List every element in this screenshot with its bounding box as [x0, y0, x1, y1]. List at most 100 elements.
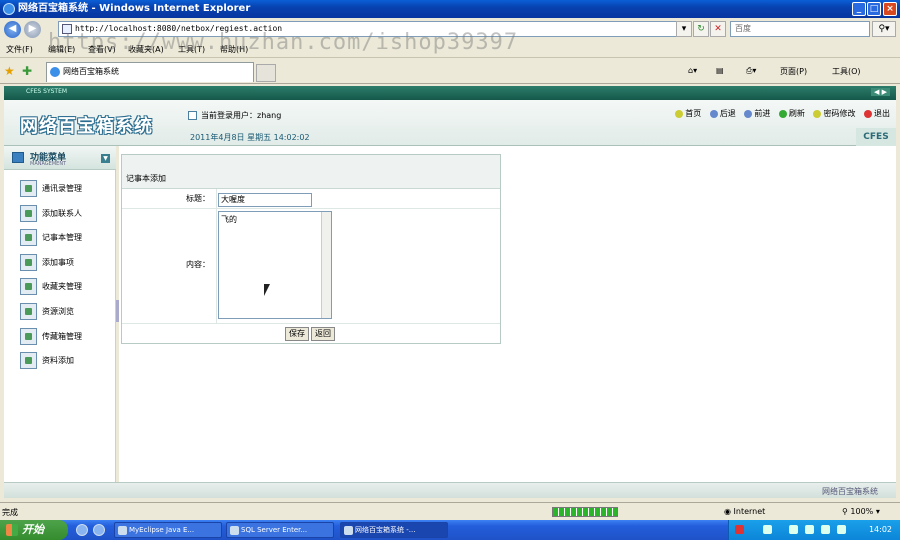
sidebar-item-contacts[interactable]: 通讯录管理 [20, 180, 116, 198]
menu-file[interactable]: 文件(F) [6, 44, 33, 55]
task-myeclipse[interactable]: MyEclipse Java E... [114, 522, 222, 538]
search-icon[interactable]: ⚲▾ [872, 21, 896, 37]
forward-arrow-icon[interactable]: ▶ [24, 21, 41, 38]
sidebar-item-label: 资源浏览 [42, 307, 74, 316]
watermark-text: https://www.huzhan.com/ishop39397 [48, 30, 519, 55]
tray-ime-icon[interactable] [837, 525, 846, 534]
print-icon[interactable]: ⎙▾ [746, 66, 756, 76]
menu-item-icon [20, 352, 37, 369]
title-input[interactable]: 大喔度 [218, 193, 312, 207]
quicklaunch-desktop-icon[interactable] [76, 524, 88, 536]
change-password-link[interactable]: 密码修改 [813, 109, 855, 118]
sidebar-item-storage[interactable]: 传藏箱管理 [20, 328, 116, 346]
user-doc-icon [188, 111, 197, 120]
password-link-icon [813, 109, 822, 118]
task-ie[interactable]: 网络百宝箱系统 -... [340, 522, 448, 538]
new-tab-button[interactable] [256, 64, 276, 82]
back-link[interactable]: 后退 [709, 109, 736, 118]
home-icon[interactable]: ⌂▾ [688, 66, 697, 75]
maximize-button[interactable]: □ [867, 2, 881, 16]
textarea-scrollbar[interactable] [321, 212, 331, 318]
close-button[interactable]: × [883, 2, 897, 16]
zoom-level[interactable]: ⚲ 100% ▾ [842, 507, 880, 516]
sidebar-item-add-event[interactable]: 添加事项 [20, 254, 116, 272]
favorites-star-icon[interactable]: ★ [4, 64, 15, 78]
tray-network-icon[interactable] [763, 525, 772, 534]
sidebar-item-favorites[interactable]: 收藏夹管理 [20, 278, 116, 296]
taskbar-clock: 14:02 [868, 525, 892, 534]
tools-menu[interactable]: 工具(O) [832, 66, 861, 77]
strip-arrows-icon[interactable]: ◀ ▶ [871, 88, 890, 96]
sidebar-item-resources[interactable]: 资源浏览 [20, 303, 116, 321]
footer-text: 网络百宝箱系统 [822, 487, 878, 496]
sidebar-item-notebook[interactable]: 记事本管理 [20, 229, 116, 247]
system-tray: 14:02 [728, 520, 900, 540]
sidebar-item-add-contact[interactable]: 添加联系人 [20, 205, 116, 223]
button-row: 保存 返回 [122, 323, 500, 343]
browser-tab[interactable]: 网络百宝箱系统 [46, 62, 254, 82]
sidebar-item-add-data[interactable]: 资料添加 [20, 352, 116, 370]
search-input[interactable]: 百度 [730, 21, 870, 37]
status-bar: 完成 ◉ Internet ⚲ 100% ▾ [0, 502, 900, 520]
windows-flag-icon [6, 524, 18, 536]
sidebar: 功能菜单 MANAGEMENT ▼ 通讯录管理 添加联系人 记事本管理 添加事项… [4, 146, 116, 482]
title-label: 标题： [186, 194, 210, 203]
current-user-text: 当前登录用户：zhang [201, 111, 282, 120]
title-input-value: 大喔度 [221, 195, 245, 204]
start-button[interactable]: 开始 [0, 520, 68, 540]
content-textarea[interactable]: 飞的 [218, 211, 332, 319]
back-button[interactable]: 返回 [311, 327, 335, 341]
back-link-icon [709, 109, 718, 118]
sidebar-subtitle: MANAGEMENT [30, 161, 67, 167]
app-footer: 网络百宝箱系统 [4, 482, 896, 498]
back-arrow-icon[interactable]: ◀ [4, 21, 21, 38]
column-divider [216, 189, 217, 323]
browser-title-bar: 网络百宝箱系统 - Windows Internet Explorer _ □ … [0, 0, 900, 18]
sidebar-item-label: 资料添加 [42, 356, 74, 365]
title-row: 标题： 大喔度 [122, 189, 500, 209]
minimize-button[interactable]: _ [852, 2, 866, 16]
refresh-link[interactable]: 刷新 [778, 109, 805, 118]
main-content: 记事本添加 标题： 大喔度 内容： 飞的 保存 返回 [119, 146, 896, 482]
menu-item-icon [20, 328, 37, 345]
page-menu[interactable]: 页面(P) [780, 66, 807, 77]
app-logo: 网络百宝箱系统 [20, 116, 153, 137]
tray-security-icon[interactable] [821, 525, 830, 534]
quicklaunch-ie-icon[interactable] [93, 524, 105, 536]
current-datetime: 2011年4月8日 星期五 14:02:02 [190, 133, 310, 142]
tray-volume-icon[interactable] [789, 525, 798, 534]
sidebar-item-label: 收藏夹管理 [42, 282, 82, 291]
sidebar-item-label: 添加联系人 [42, 209, 82, 218]
feeds-icon[interactable]: ▤ [716, 66, 724, 75]
tab-label: 网络百宝箱系统 [63, 67, 119, 76]
sidebar-item-label: 添加事项 [42, 258, 74, 267]
myeclipse-icon [118, 526, 127, 535]
ie-task-icon [344, 526, 353, 535]
save-button[interactable]: 保存 [285, 327, 309, 341]
address-dropdown-icon[interactable]: ▾ [676, 21, 692, 37]
task-label: 网络百宝箱系统 -... [355, 526, 416, 534]
sidebar-item-label: 通讯录管理 [42, 184, 82, 193]
logout-link[interactable]: 退出 [864, 109, 890, 118]
tray-app-icon[interactable] [805, 525, 814, 534]
small-brand: CFES SYSTEM [26, 88, 68, 95]
stop-icon[interactable]: ✕ [710, 21, 726, 37]
loading-progress [552, 507, 618, 517]
home-link[interactable]: 首页 [675, 109, 701, 118]
form-title: 记事本添加 [126, 174, 166, 183]
collapse-icon[interactable]: ▼ [101, 154, 110, 163]
mouse-cursor-icon [264, 284, 270, 296]
security-zone[interactable]: ◉ Internet [724, 507, 765, 516]
sidebar-header: 功能菜单 MANAGEMENT ▼ [4, 146, 116, 170]
app-top-strip: CFES SYSTEM ◀ ▶ [4, 86, 896, 100]
refresh-icon[interactable]: ↻ [693, 21, 709, 37]
note-add-form: 记事本添加 标题： 大喔度 内容： 飞的 保存 返回 [121, 154, 501, 344]
menu-item-icon [20, 303, 37, 320]
forward-link[interactable]: 前进 [744, 109, 770, 118]
menu-item-icon [20, 180, 37, 197]
task-sqlserver[interactable]: SQL Server Enter... [226, 522, 334, 538]
add-favorite-icon[interactable]: ✚ [22, 64, 32, 78]
tray-s-icon[interactable] [735, 525, 744, 534]
cfes-badge: CFES [856, 128, 896, 146]
top-links: 首页 后退 前进 刷新 密码修改 退出 [669, 108, 890, 119]
